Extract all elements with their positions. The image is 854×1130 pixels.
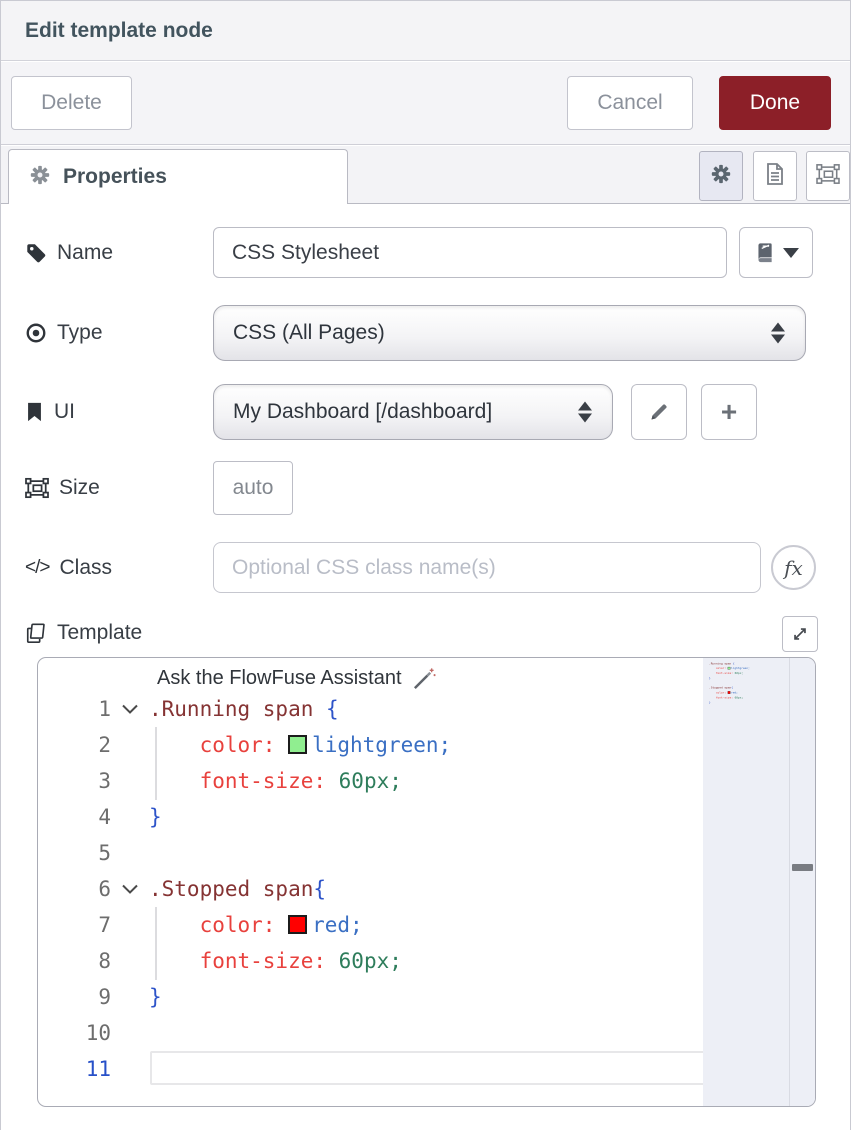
book-icon — [754, 242, 775, 264]
name-input[interactable] — [213, 227, 727, 278]
expand-editor-button[interactable] — [782, 616, 818, 652]
object-group-icon — [816, 163, 840, 190]
current-line-highlight — [150, 1051, 710, 1085]
tab-properties[interactable]: Properties — [8, 149, 348, 204]
code-line[interactable]: 4 } — [38, 799, 815, 835]
line-number: 10 — [38, 1021, 111, 1045]
dialog-title: Edit template node — [25, 1, 213, 61]
dialog-header: Edit template node — [1, 1, 850, 61]
ui-label: UI — [25, 384, 75, 440]
indent-guide — [155, 907, 157, 980]
line-number: 1 — [38, 697, 111, 721]
fold-chevron-icon[interactable] — [111, 704, 149, 714]
line-number: 4 — [38, 805, 111, 829]
line-number: 8 — [38, 949, 111, 973]
code-line[interactable]: 1 .Running span { — [38, 691, 815, 727]
type-label: Type — [25, 305, 103, 361]
expand-icon — [791, 625, 809, 643]
copy-icon — [25, 622, 47, 644]
assistant-hint[interactable]: Ask the FlowFuse Assistant — [157, 666, 436, 691]
caret-down-icon — [783, 248, 799, 258]
description-tab-button[interactable] — [753, 151, 797, 201]
fold-chevron-icon[interactable] — [111, 884, 149, 894]
magic-wand-icon — [411, 666, 436, 691]
editor-minimap[interactable]: .Running span { color: lightgreen; font-… — [703, 658, 815, 1106]
gear-icon — [29, 164, 51, 191]
edit-ui-button[interactable] — [631, 384, 687, 440]
line-number: 3 — [38, 769, 111, 793]
tab-bar: Properties — [1, 146, 850, 204]
code-line[interactable]: 9 } — [38, 979, 815, 1015]
code-line[interactable]: 5 — [38, 835, 815, 871]
dialog-button-bar: Delete Cancel Done — [1, 62, 850, 145]
select-caret-icon — [578, 402, 592, 423]
library-button[interactable] — [739, 227, 813, 278]
name-label: Name — [25, 227, 113, 279]
size-button[interactable]: auto — [213, 461, 293, 515]
done-button[interactable]: Done — [719, 76, 831, 130]
cancel-button[interactable]: Cancel — [567, 76, 693, 130]
template-label: Template — [25, 615, 142, 651]
template-code-editor[interactable]: Ask the FlowFuse Assistant 1 .Running sp… — [37, 657, 816, 1107]
color-swatch-lightgreen — [288, 735, 307, 754]
delete-button[interactable]: Delete — [11, 76, 132, 130]
line-number-active: 11 — [38, 1057, 111, 1081]
line-number: 2 — [38, 733, 111, 757]
gear-icon — [710, 163, 732, 190]
code-brackets-icon: </> — [25, 557, 49, 579]
line-number: 9 — [38, 985, 111, 1009]
tag-icon — [25, 242, 47, 264]
scrollbar-thumb[interactable] — [792, 864, 813, 871]
minimap-code: .Running span { color: lightgreen; font-… — [709, 661, 790, 705]
class-label: </> Class — [25, 542, 112, 593]
select-caret-icon — [771, 323, 785, 344]
ui-select[interactable]: My Dashboard [/dashboard] — [213, 384, 613, 440]
tab-properties-label: Properties — [63, 165, 167, 189]
bookmark-icon — [25, 401, 44, 423]
line-number: 5 — [38, 841, 111, 865]
line-number: 7 — [38, 913, 111, 937]
size-label: Size — [25, 461, 100, 515]
add-ui-button[interactable]: + — [701, 384, 757, 440]
pencil-icon — [649, 402, 669, 422]
properties-tab-button[interactable] — [699, 151, 743, 201]
plus-icon: + — [721, 398, 737, 426]
color-swatch-red — [288, 915, 307, 934]
document-icon — [764, 162, 786, 191]
minimap-divider — [789, 658, 790, 1106]
fx-expression-button[interactable]: fx — [771, 545, 816, 590]
dot-circle-icon — [25, 322, 47, 344]
class-input[interactable] — [213, 542, 761, 593]
code-line[interactable]: 10 — [38, 1015, 815, 1051]
type-select[interactable]: CSS (All Pages) — [213, 305, 806, 361]
object-group-icon — [25, 477, 49, 499]
code-line[interactable]: 6 .Stopped span{ — [38, 871, 815, 907]
appearance-tab-button[interactable] — [806, 151, 850, 201]
edit-template-dialog: Edit template node Delete Cancel Done — [0, 0, 851, 1130]
indent-guide — [155, 727, 157, 800]
line-number: 6 — [38, 877, 111, 901]
fx-icon: fx — [784, 556, 803, 580]
